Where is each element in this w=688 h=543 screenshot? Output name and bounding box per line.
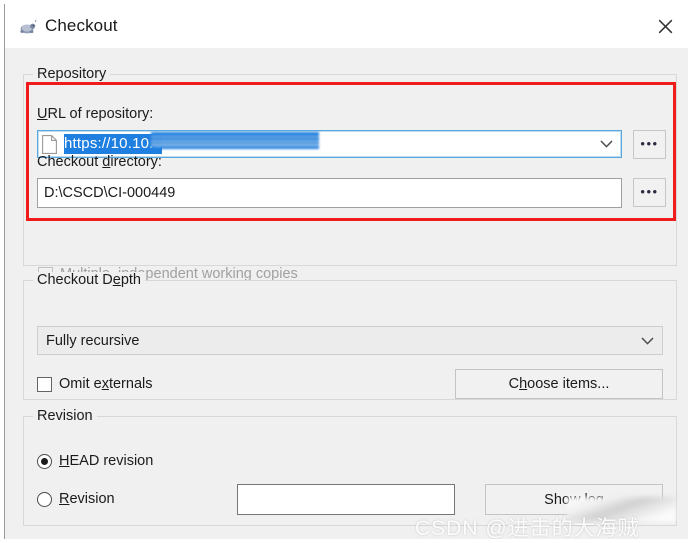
show-log-button[interactable]: Show log — [485, 484, 663, 515]
specific-revision-radio[interactable]: Revision — [37, 491, 115, 507]
ellipsis-icon: ••• — [640, 184, 659, 199]
repository-group-title: Repository — [33, 66, 111, 82]
bottom-edge-strip — [0, 539, 688, 543]
omit-externals-checkbox[interactable]: Omit externals — [37, 376, 152, 392]
chevron-down-icon — [641, 333, 654, 349]
url-redaction-blur — [151, 132, 319, 149]
checkout-depth-group-title: Checkout Depth — [33, 272, 146, 288]
tortoisesvn-icon — [18, 18, 38, 36]
dialog-content: Repository URL of repository: https://10… — [5, 48, 688, 539]
checkout-directory-label: Checkout directory: — [37, 154, 162, 170]
url-of-repository-label: URL of repository: — [37, 106, 154, 122]
revision-group-title: Revision — [33, 408, 97, 424]
repository-group: Repository — [23, 66, 677, 266]
specific-revision-label: Revision — [59, 491, 115, 507]
show-log-label: Show log — [544, 491, 604, 508]
screenshot-root: Checkout Repository URL of repository: h… — [0, 0, 688, 543]
choose-items-button[interactable]: Choose items... — [455, 369, 663, 399]
document-icon — [42, 134, 57, 154]
checkout-dialog-window: Checkout Repository URL of repository: h… — [4, 4, 688, 539]
ellipsis-icon: ••• — [640, 136, 659, 151]
radio-button-mark — [37, 491, 52, 507]
head-revision-label: HEAD revision — [59, 453, 154, 469]
revision-number-input[interactable] — [237, 484, 455, 515]
head-revision-radio[interactable]: HEAD revision — [37, 453, 153, 469]
close-icon[interactable] — [642, 4, 688, 48]
url-value-text: https://10.10.5 — [64, 134, 163, 154]
title-bar: Checkout — [5, 4, 688, 48]
checkout-directory-value: D:\CSCD\CI-000449 — [44, 185, 176, 201]
checkout-depth-selected-value: Fully recursive — [46, 332, 140, 349]
checkbox-box — [37, 376, 52, 392]
window-title: Checkout — [45, 16, 118, 35]
browse-url-button[interactable]: ••• — [633, 130, 666, 159]
chevron-down-icon[interactable] — [600, 131, 613, 157]
browse-directory-button[interactable]: ••• — [633, 178, 666, 207]
omit-externals-label: Omit externals — [59, 376, 153, 392]
choose-items-label: Choose items... — [508, 376, 610, 392]
checkout-directory-input[interactable]: D:\CSCD\CI-000449 — [37, 178, 622, 208]
radio-button-mark — [37, 453, 52, 469]
checkout-depth-select[interactable]: Fully recursive — [37, 326, 663, 355]
